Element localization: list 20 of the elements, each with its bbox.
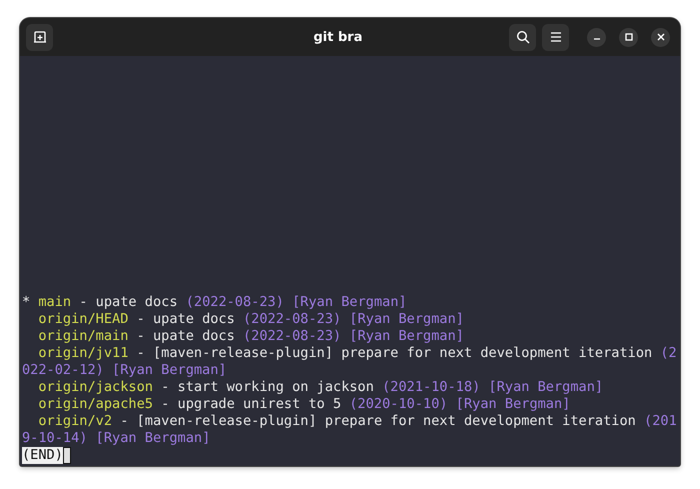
close-icon — [656, 33, 664, 41]
maximize-button[interactable] — [619, 28, 638, 46]
branch-line: origin/jackson - start working on jackson (2021-10-18) [Ryan Bergman] — [37, 379, 604, 396]
window-title: git bra — [312, 30, 364, 44]
branch-line: origin/jv11 - [maven-release-plugin] prepare for next development iteration (2022-02-12) [Ryan Bergman] — [22, 345, 678, 379]
menu-icon — [550, 32, 562, 42]
branch-line: * main - upate docs (2022-08-23) [Ryan Bergman] — [22, 294, 408, 311]
close-button[interactable] — [651, 28, 670, 46]
pager-prompt: (END) — [22, 447, 63, 464]
new-tab-icon — [32, 30, 46, 44]
new-tab-button[interactable] — [26, 24, 53, 50]
branch-line: origin/HEAD - upate docs (2022-08-23) [Ryan Bergman] — [37, 311, 465, 328]
maximize-icon — [624, 33, 632, 41]
minimize-button[interactable] — [587, 28, 606, 46]
branch-line: origin/main - upate docs (2022-08-23) [Ryan Bergman] — [37, 328, 465, 345]
search-button[interactable] — [509, 24, 536, 50]
menu-button[interactable] — [542, 24, 569, 50]
search-icon — [516, 30, 530, 44]
branch-line: origin/apache5 - upgrade unirest to 5 (2020-10-10) [Ryan Bergman] — [37, 396, 572, 413]
branch-line: origin/v2 - [maven-release-plugin] prepare for next development iteration (2019-10-14) [Ryan Bergman] — [22, 413, 678, 447]
